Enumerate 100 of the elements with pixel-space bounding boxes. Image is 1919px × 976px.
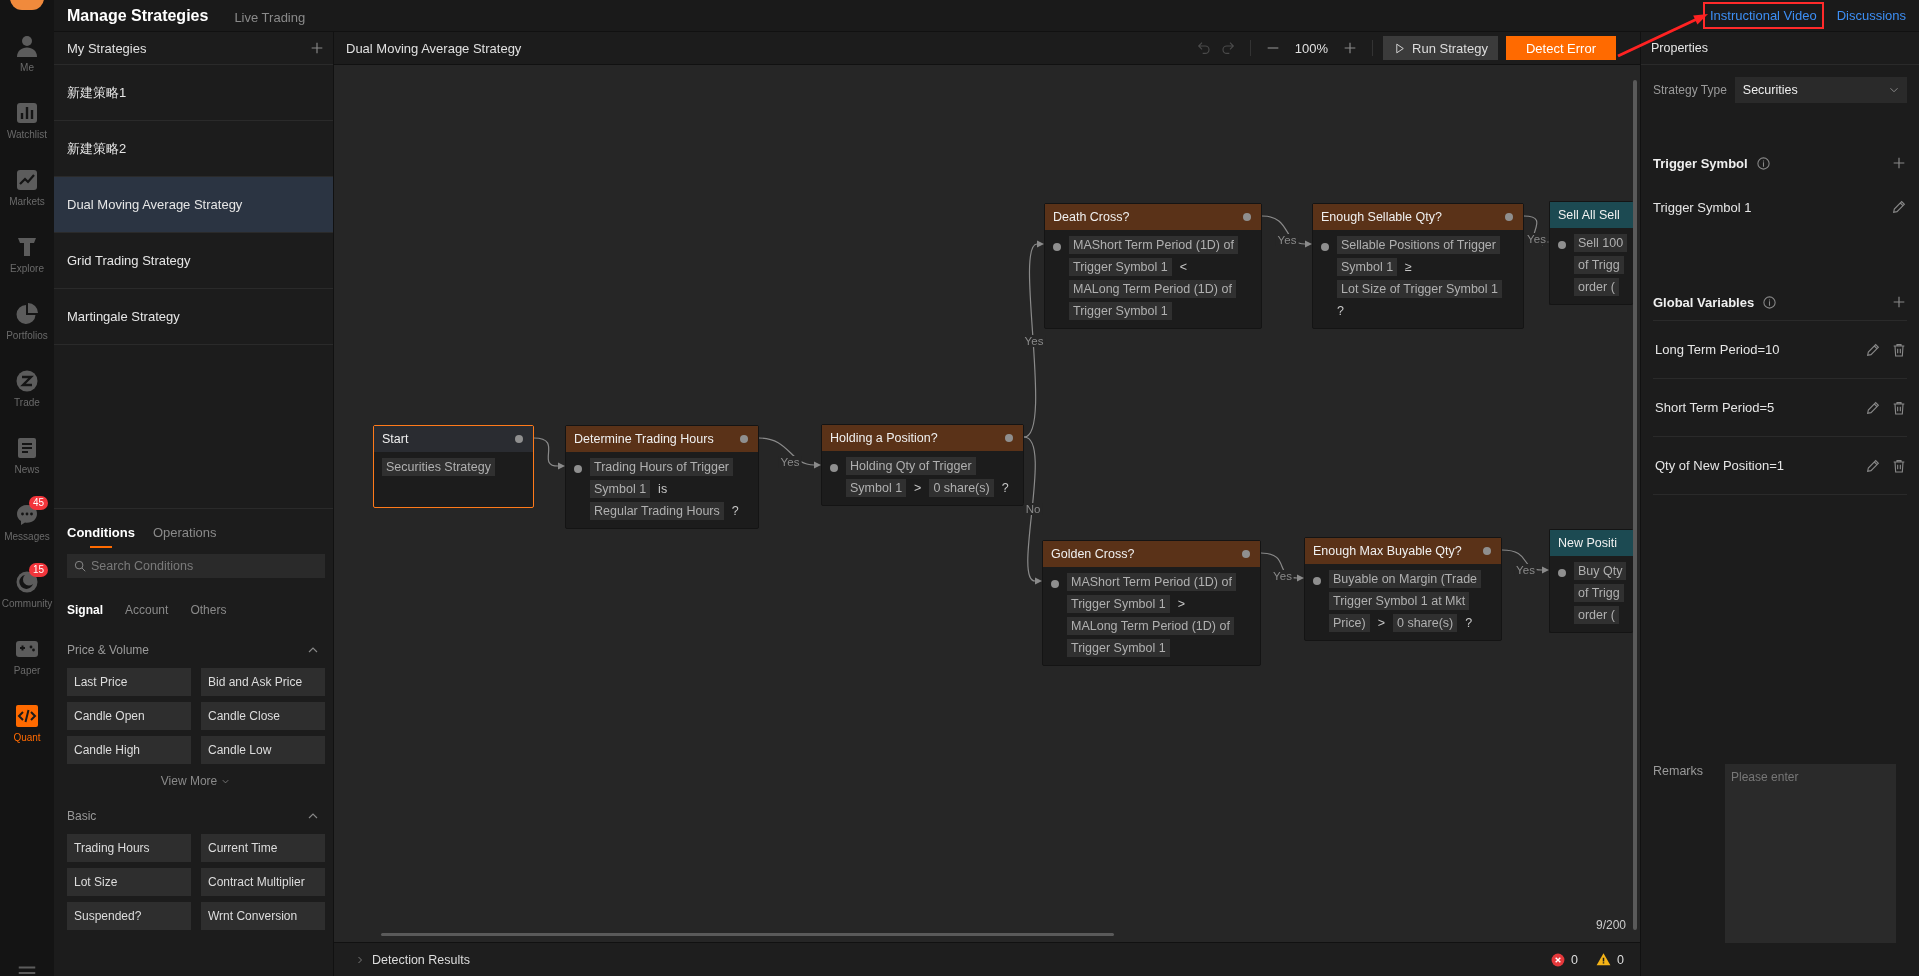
category-tab[interactable]: Account <box>125 603 169 617</box>
nav-item[interactable]: Messages 45 <box>0 495 54 562</box>
nav-item[interactable]: Paper <box>0 629 54 696</box>
pencil-icon[interactable] <box>1891 199 1907 215</box>
vertical-scrollbar[interactable] <box>1633 80 1637 930</box>
parameter-chip: MAShort Term Period (1D) of <box>1067 573 1236 591</box>
edge-label: Yes <box>1514 564 1537 576</box>
plus-icon[interactable] <box>1891 155 1907 171</box>
condition-button[interactable]: Last Price <box>67 668 191 696</box>
parameter-chip: Holding Qty of Trigger <box>846 457 976 475</box>
run-strategy-button[interactable]: Run Strategy <box>1383 36 1498 60</box>
input-port[interactable] <box>1321 243 1329 251</box>
node-card[interactable]: Death Cross? MAShort Term Period (1D) of Trigger Symbol 1 < MALong Term Period (1D) of Trigger Symbol 1 <box>1044 203 1262 329</box>
node-card[interactable]: New Positi Buy Qty of Trigg order ( <box>1549 529 1633 633</box>
operator-text: > <box>1377 616 1385 630</box>
header-link[interactable]: Instructional Video <box>1704 4 1822 27</box>
trigger-symbol-name: Trigger Symbol 1 <box>1653 199 1752 215</box>
pencil-icon[interactable] <box>1865 341 1881 358</box>
output-port[interactable] <box>1005 434 1013 442</box>
input-port[interactable] <box>1558 241 1566 249</box>
nav-item[interactable]: Explore <box>0 227 54 294</box>
input-port[interactable] <box>830 464 838 472</box>
condition-button[interactable]: Lot Size <box>67 868 191 896</box>
nav-item[interactable]: News <box>0 428 54 495</box>
strategy-item[interactable]: Grid Trading Strategy <box>54 233 333 289</box>
condition-button[interactable]: Bid and Ask Price <box>201 668 325 696</box>
parameter-chip: Lot Size of Trigger Symbol 1 <box>1337 280 1503 298</box>
condition-button[interactable]: Candle Low <box>201 736 325 764</box>
operator-text: is <box>658 482 668 496</box>
nav-item[interactable]: Watchlist <box>0 93 54 160</box>
panel-tab[interactable]: Operations <box>152 525 217 548</box>
info-icon[interactable] <box>1755 155 1771 171</box>
output-port[interactable] <box>1505 213 1513 221</box>
plus-icon[interactable] <box>1891 294 1907 310</box>
trash-icon[interactable] <box>1891 399 1907 416</box>
nav-item[interactable]: Quant <box>0 696 54 763</box>
remarks-field[interactable]: Please enter <box>1725 764 1896 943</box>
output-port[interactable] <box>1243 213 1251 221</box>
strategy-item[interactable]: Dual Moving Average Strategy <box>54 177 333 233</box>
strategy-item[interactable]: Martingale Strategy <box>54 289 333 345</box>
count-badge: 15 <box>29 563 49 577</box>
node-title: Golden Cross? <box>1051 547 1135 561</box>
strategy-type-dropdown[interactable]: Securities <box>1734 77 1907 103</box>
trash-icon[interactable] <box>1891 457 1907 474</box>
node-title: Sell All Sell <box>1558 208 1620 222</box>
condition-button[interactable]: Candle Close <box>201 702 325 730</box>
page-tab[interactable]: Manage Strategies <box>67 6 209 25</box>
category-tab[interactable]: Signal <box>67 603 103 617</box>
output-port[interactable] <box>515 435 523 443</box>
parameter-chip: Securities Strategy <box>382 458 495 476</box>
variable-name: Long Term Period=10 <box>1655 342 1780 357</box>
nav-item[interactable]: Me <box>0 26 54 93</box>
node-card[interactable]: Enough Sellable Qty? Sellable Positions of Trigger Symbol 1 ≥ Lot Size of Trigger Symbol 1 ? <box>1312 203 1524 329</box>
detection-results-toggle[interactable]: Detection Results <box>354 952 470 967</box>
condition-button[interactable]: Trading Hours <box>67 834 191 862</box>
nav-item[interactable]: Markets <box>0 160 54 227</box>
view-more-link[interactable]: View More <box>160 774 232 788</box>
node-card[interactable]: Holding a Position? Holding Qty of Trigger Symbol 1 > 0 share(s) ? <box>821 424 1024 506</box>
parameter-chip: order ( <box>1574 278 1619 296</box>
parameter-chip: 0 share(s) <box>929 479 994 497</box>
category-tab[interactable]: Others <box>190 603 227 617</box>
node-title: Death Cross? <box>1053 210 1130 224</box>
input-port[interactable] <box>1051 580 1059 588</box>
operator-text: ≥ <box>1405 260 1412 274</box>
search-field[interactable]: Search Conditions <box>67 554 325 578</box>
input-port[interactable] <box>1558 569 1566 577</box>
page-tab[interactable]: Live Trading <box>234 9 306 25</box>
condition-button[interactable]: Candle High <box>67 736 191 764</box>
panel-tab[interactable]: Conditions <box>67 525 135 548</box>
condition-button[interactable]: Wrnt Conversion <box>201 902 325 930</box>
trash-icon[interactable] <box>1891 341 1907 358</box>
node-title: New Positi <box>1558 536 1618 550</box>
nav-item[interactable]: Community 15 <box>0 562 54 629</box>
node-card[interactable]: Golden Cross? MAShort Term Period (1D) of Trigger Symbol 1 > MALong Term Period (1D) of Trigger Symbol 1 <box>1042 540 1261 666</box>
condition-button[interactable]: Suspended? <box>67 902 191 930</box>
condition-button[interactable]: Contract Multiplier <box>201 868 325 896</box>
input-port[interactable] <box>574 465 582 473</box>
output-port[interactable] <box>1242 550 1250 558</box>
input-port[interactable] <box>1053 243 1061 251</box>
pencil-icon[interactable] <box>1865 457 1881 474</box>
node-card[interactable]: Sell All Sell Sell 100 of Trigg order ( <box>1549 201 1633 305</box>
pencil-icon[interactable] <box>1865 399 1881 416</box>
edge-label: Yes <box>1525 233 1548 245</box>
nav-item[interactable]: Trade <box>0 361 54 428</box>
nav-item[interactable]: Portfolios <box>0 294 54 361</box>
horizontal-scrollbar[interactable] <box>381 933 1114 936</box>
parameter-chip: Symbol 1 <box>846 479 907 497</box>
condition-button[interactable]: Candle Open <box>67 702 191 730</box>
edge-label: Yes <box>778 455 802 468</box>
header-link[interactable]: Discussions <box>1831 4 1911 27</box>
info-icon[interactable] <box>1762 294 1778 310</box>
strategy-item[interactable]: 新建策略1 <box>54 65 333 121</box>
condition-button[interactable]: Current Time <box>201 834 325 862</box>
output-port[interactable] <box>740 435 748 443</box>
output-port[interactable] <box>1483 547 1491 555</box>
node-card[interactable]: Start Securities Strategy <box>373 425 534 508</box>
node-card[interactable]: Enough Max Buyable Qty? Buyable on Margin (Trade Trigger Symbol 1 at Mkt Price) > 0 share(s) ? <box>1304 537 1502 641</box>
plus-icon[interactable] <box>309 40 325 56</box>
node-card[interactable]: Determine Trading Hours Trading Hours of Trigger Symbol 1 is Regular Trading Hours ? <box>565 425 759 529</box>
input-port[interactable] <box>1313 577 1321 585</box>
